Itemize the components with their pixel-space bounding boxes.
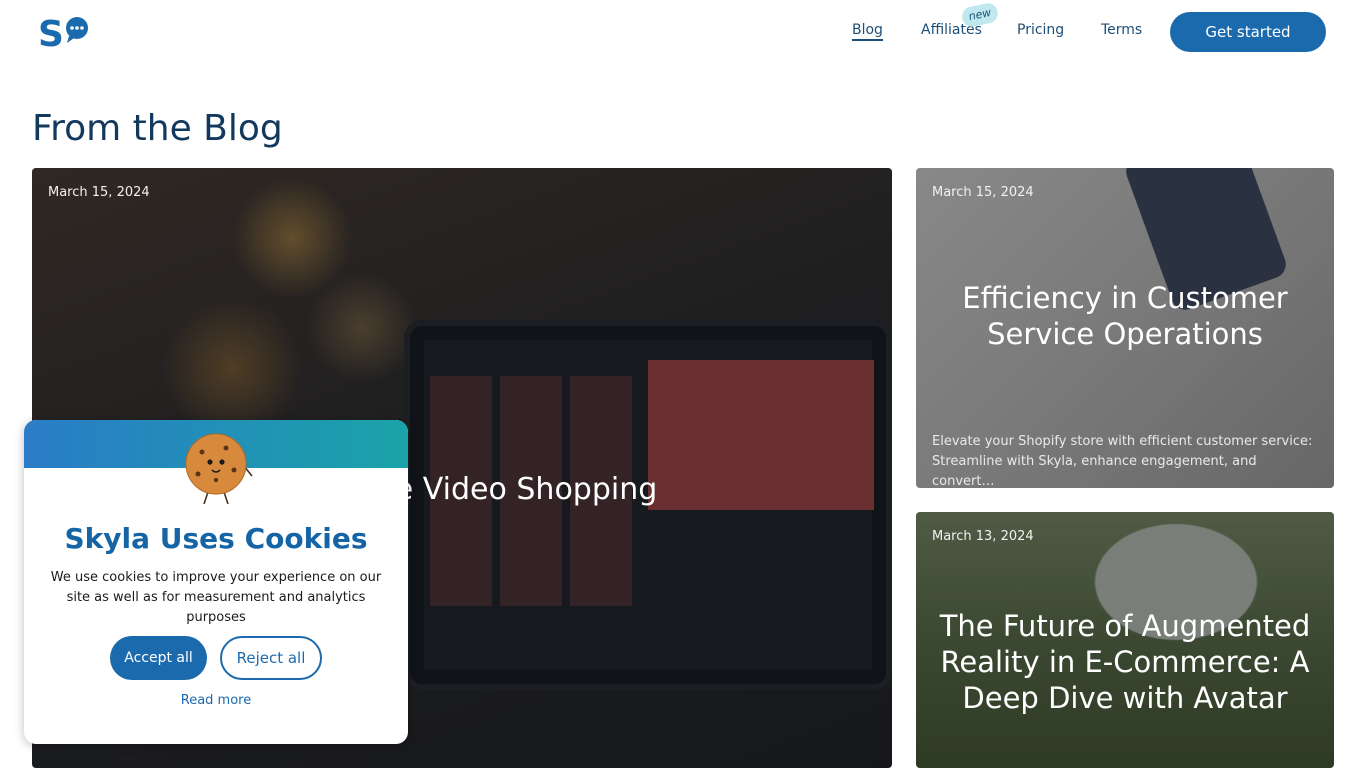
card-title[interactable]: The Future of Augmented Reality in E-Com…: [916, 608, 1334, 716]
blog-card[interactable]: March 13, 2024 The Future of Augmented R…: [916, 512, 1334, 768]
nav-blog[interactable]: Blog: [852, 22, 883, 41]
card-date: March 13, 2024: [932, 529, 1034, 544]
card-title[interactable]: Efficiency in Customer Service Operation…: [916, 280, 1334, 352]
card-excerpt: Elevate your Shopify store with efficien…: [932, 434, 1313, 488]
cookie-description: We use cookies to improve your experienc…: [50, 570, 382, 625]
cookie-dialog: Skyla Uses Cookies We use cookies to imp…: [24, 420, 408, 744]
get-started-button[interactable]: Get started: [1170, 12, 1326, 52]
card-date: March 15, 2024: [932, 185, 1034, 200]
card-date: March 15, 2024: [48, 185, 150, 200]
cookie-mascot-icon: [185, 433, 253, 505]
nav-pricing[interactable]: Pricing: [1017, 22, 1064, 38]
accept-all-button[interactable]: Accept all: [110, 636, 207, 680]
page-title: From the Blog: [32, 108, 283, 149]
nav-terms[interactable]: Terms: [1101, 22, 1142, 38]
read-more-link[interactable]: Read more: [24, 693, 408, 708]
blog-card[interactable]: March 15, 2024 Efficiency in Customer Se…: [916, 168, 1334, 488]
reject-all-button[interactable]: Reject all: [220, 636, 322, 680]
logo-letter: S: [38, 14, 64, 50]
skyla-logo[interactable]: S: [38, 14, 90, 50]
cookie-title: Skyla Uses Cookies: [64, 522, 368, 555]
new-badge: new: [960, 1, 1000, 29]
site-header: S Blog Affiliates new Pricing Terms Get …: [0, 0, 1366, 64]
